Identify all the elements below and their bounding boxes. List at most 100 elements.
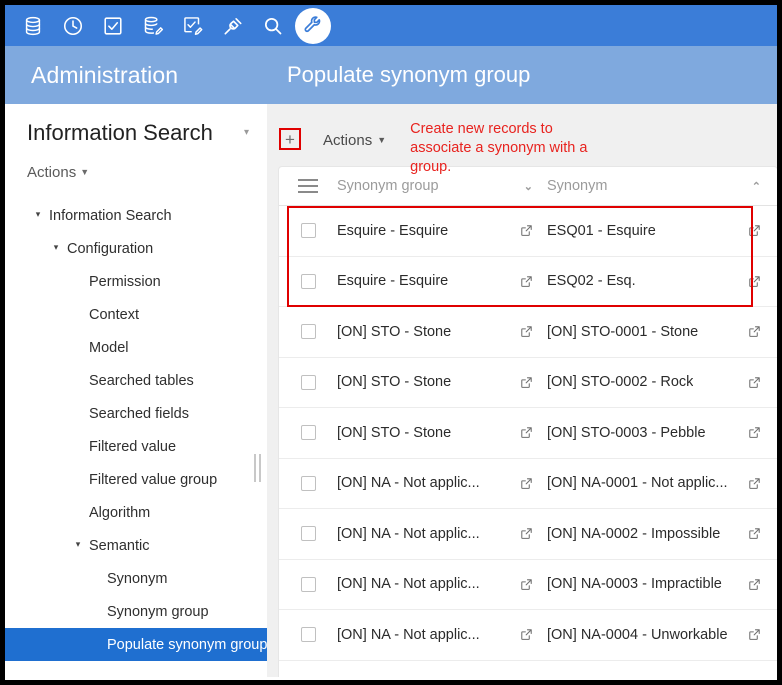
sidebar-item-searched-tables[interactable]: Searched tables — [5, 364, 267, 397]
sidebar-item-model[interactable]: Model — [5, 331, 267, 364]
cell-text: Esquire - Esquire — [337, 273, 448, 289]
table-row[interactable]: Esquire - EsquireESQ01 - Esquire — [279, 206, 777, 257]
chevron-down-icon[interactable]: ▾ — [244, 118, 255, 148]
row-checkbox[interactable] — [301, 274, 316, 289]
sidebar-item-label: Semantic — [85, 538, 149, 554]
external-link-icon[interactable] — [520, 325, 533, 338]
external-link-icon[interactable] — [748, 628, 761, 641]
search-icon[interactable] — [253, 5, 293, 46]
sidebar-title: Information Search — [27, 118, 213, 148]
sidebar-item-populate-synonym-group[interactable]: Populate synonym group — [5, 628, 267, 661]
cell-synonym-group: Esquire - Esquire — [337, 273, 547, 289]
sidebar-item-semantic[interactable]: ▾Semantic — [5, 529, 267, 562]
column-header-synonym[interactable]: Synonym ⌃ — [547, 178, 777, 194]
external-link-icon[interactable] — [520, 275, 533, 288]
table-row[interactable]: [ON] NA - Not applic...[ON] NA-0003 - Im… — [279, 560, 777, 611]
sidebar-item-synonym[interactable]: Synonym — [5, 562, 267, 595]
row-checkbox-cell — [279, 577, 337, 592]
row-checkbox[interactable] — [301, 526, 316, 541]
checkbox-icon[interactable] — [93, 5, 133, 46]
sidebar-item-synonym-group[interactable]: Synonym group — [5, 595, 267, 628]
row-checkbox[interactable] — [301, 577, 316, 592]
table-row[interactable]: [ON] STO - Stone [ON] STO-0001 - Stone — [279, 307, 777, 358]
external-link-icon[interactable] — [748, 224, 761, 237]
sidebar-actions-label: Actions — [27, 164, 76, 181]
plug-icon[interactable] — [213, 5, 253, 46]
cell-text: [ON] NA - Not applic... — [337, 526, 480, 542]
cell-text: [ON] STO-0002 - Rock — [547, 374, 693, 390]
twisty-expanded-icon[interactable]: ▾ — [49, 242, 63, 253]
sidebar-item-searched-fields[interactable]: Searched fields — [5, 397, 267, 430]
table-row[interactable]: Esquire - Esquire ESQ02 - Esq. — [279, 257, 777, 308]
twisty-expanded-icon[interactable]: ▾ — [31, 209, 45, 220]
sidebar-item-label: Searched fields — [85, 406, 189, 422]
row-checkbox[interactable] — [301, 375, 316, 390]
column-header-synonym-group[interactable]: Synonym group ⌄ — [337, 178, 547, 194]
sidebar-item-permission[interactable]: Permission — [5, 265, 267, 298]
application-window: Administration Populate synonym group In… — [0, 0, 782, 685]
sidebar-item-configuration[interactable]: ▾Configuration — [5, 232, 267, 265]
row-checkbox-cell — [279, 627, 337, 642]
cell-synonym-group: [ON] NA - Not applic... — [337, 576, 547, 592]
row-checkbox-cell — [279, 274, 337, 289]
database-edit-icon[interactable] — [133, 5, 173, 46]
twisty-expanded-icon[interactable]: ▾ — [71, 539, 85, 550]
external-link-icon[interactable] — [520, 527, 533, 540]
external-link-icon[interactable] — [748, 477, 761, 490]
external-link-icon[interactable] — [520, 376, 533, 389]
row-checkbox[interactable] — [301, 627, 316, 642]
row-checkbox[interactable] — [301, 425, 316, 440]
external-link-icon[interactable] — [520, 477, 533, 490]
database-icon[interactable] — [13, 5, 53, 46]
external-link-icon[interactable] — [748, 527, 761, 540]
table-row[interactable]: [ON] NA - Not applic... [ON] NA-0001 - No… — [279, 459, 777, 510]
row-checkbox[interactable] — [301, 223, 316, 238]
row-checkbox-cell — [279, 324, 337, 339]
table-row[interactable]: [ON] NA - Not applic...[ON] NA-0002 - Im… — [279, 509, 777, 560]
cell-synonym: [ON] STO-0001 - Stone — [547, 324, 777, 340]
column-title: Synonym group — [337, 178, 439, 194]
external-link-icon[interactable] — [748, 578, 761, 591]
sidebar-item-algorithm[interactable]: Algorithm — [5, 496, 267, 529]
sidebar-item-filtered-value-group[interactable]: Filtered value group — [5, 463, 267, 496]
clock-icon[interactable] — [53, 5, 93, 46]
wrench-icon[interactable] — [293, 5, 333, 46]
external-link-icon[interactable] — [520, 578, 533, 591]
sidebar-item-label: Permission — [85, 274, 161, 290]
cell-text: ESQ02 - Esq. — [547, 273, 636, 289]
sidebar-item-context[interactable]: Context — [5, 298, 267, 331]
panel-splitter-handle[interactable] — [254, 454, 261, 482]
sidebar-item-label: Context — [85, 307, 139, 323]
cell-synonym: ESQ02 - Esq. — [547, 273, 777, 289]
add-record-button[interactable]: + — [279, 128, 301, 150]
page-title: Populate synonym group — [267, 62, 530, 88]
external-link-icon[interactable] — [748, 426, 761, 439]
external-link-icon[interactable] — [520, 426, 533, 439]
external-link-icon[interactable] — [748, 325, 761, 338]
cell-text: [ON] NA-0001 - Not applic... — [547, 475, 728, 491]
external-link-icon[interactable] — [748, 376, 761, 389]
row-checkbox[interactable] — [301, 476, 316, 491]
actions-dropdown-button[interactable]: Actions▼ — [323, 132, 386, 149]
cell-synonym: ESQ01 - Esquire — [547, 223, 777, 239]
external-link-icon[interactable] — [520, 628, 533, 641]
table-row[interactable]: [ON] STO - Stone[ON] STO-0003 - Pebble — [279, 408, 777, 459]
cell-synonym-group: [ON] STO - Stone — [337, 374, 547, 390]
wrench-icon-active-circle — [295, 8, 331, 44]
cell-text: [ON] STO - Stone — [337, 324, 451, 340]
sidebar-actions-button[interactable]: Actions▼ — [5, 148, 267, 181]
cell-text: [ON] NA - Not applic... — [337, 475, 480, 491]
external-link-icon[interactable] — [748, 275, 761, 288]
table-row[interactable]: [ON] STO - Stone[ON] STO-0002 - Rock — [279, 358, 777, 409]
sidebar-item-label: Populate synonym group — [103, 637, 267, 653]
table-menu-cell[interactable] — [279, 179, 337, 193]
sidebar-item-filtered-value[interactable]: Filtered value — [5, 430, 267, 463]
table-row[interactable]: [ON] NA - Not applic...[ON] NA-0004 - Un… — [279, 610, 777, 661]
sidebar-item-label: Information Search — [45, 208, 172, 224]
external-link-icon[interactable] — [520, 224, 533, 237]
cell-text: [ON] STO-0003 - Pebble — [547, 425, 706, 441]
row-checkbox[interactable] — [301, 324, 316, 339]
checkbox-edit-icon[interactable] — [173, 5, 213, 46]
row-checkbox-cell — [279, 223, 337, 238]
sidebar-item-information-search[interactable]: ▾Information Search — [5, 199, 267, 232]
